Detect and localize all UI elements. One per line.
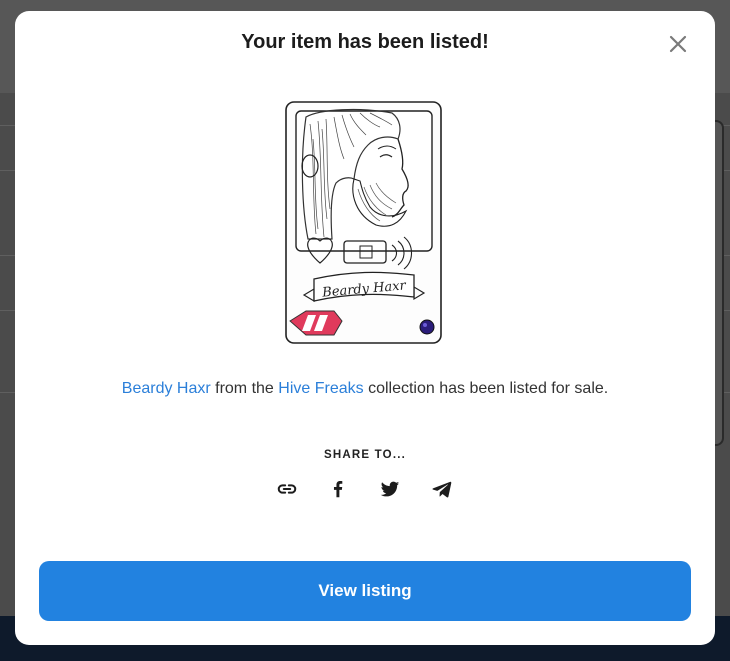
link-icon [277, 484, 297, 494]
twitter-share-button[interactable] [379, 478, 401, 500]
description-text-1: from the [210, 380, 279, 397]
copy-link-button[interactable] [276, 478, 298, 500]
telegram-icon [432, 481, 452, 498]
facebook-icon [333, 481, 343, 498]
close-button[interactable] [667, 33, 689, 55]
twitter-icon [380, 481, 400, 497]
listing-success-modal: Your item has been listed! Beardy Haxr B… [15, 11, 715, 645]
listing-description: Beardy Haxr from the Hive Freaks collect… [15, 380, 715, 398]
item-name-link[interactable]: Beardy Haxr [122, 380, 211, 397]
view-listing-button[interactable]: View listing [39, 561, 691, 621]
item-card-image: Beardy Haxr [280, 99, 446, 345]
telegram-share-button[interactable] [431, 478, 453, 500]
modal-title: Your item has been listed! [241, 31, 489, 53]
description-text-2: collection has been listed for sale. [363, 380, 609, 397]
share-label: SHARE TO... [324, 449, 406, 461]
card-illustration: Beardy Haxr [285, 101, 442, 344]
collection-link[interactable]: Hive Freaks [278, 380, 363, 397]
close-icon [669, 35, 687, 53]
facebook-share-button[interactable] [327, 478, 349, 500]
